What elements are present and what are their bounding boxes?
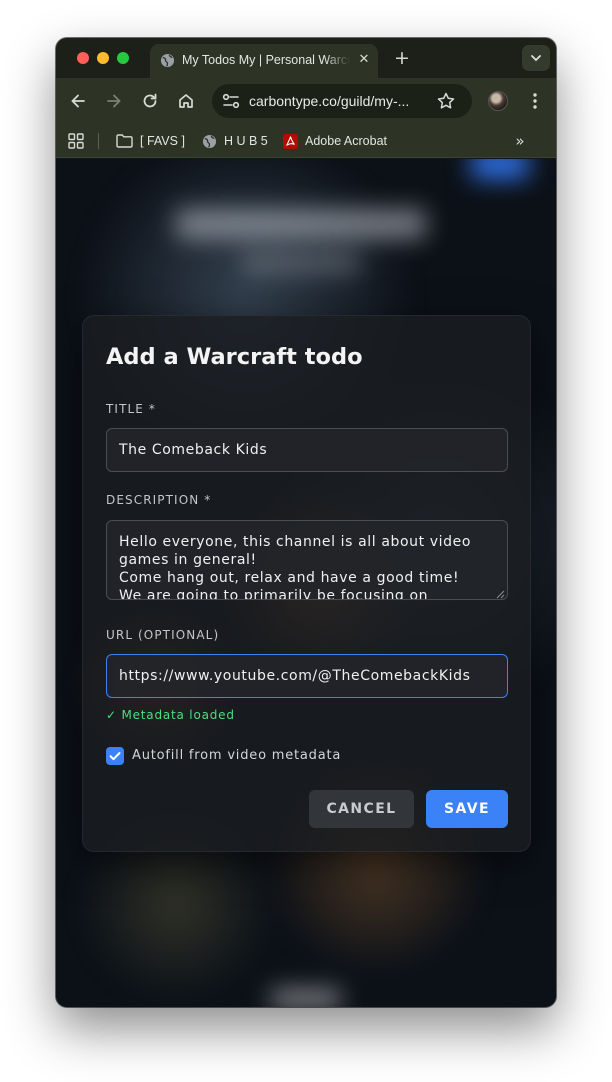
bookmark-label: Adobe Acrobat: [305, 134, 388, 148]
bookmark-label: H U B 5: [224, 134, 268, 148]
tab-strip: My Todos My | Personal Warcraft ✕ +: [56, 38, 556, 78]
bookmark-hub5[interactable]: H U B 5: [202, 132, 268, 150]
minimize-window-button[interactable]: [97, 52, 109, 64]
home-icon[interactable]: [176, 91, 196, 111]
acrobat-icon: [283, 133, 298, 149]
folder-icon: [116, 134, 133, 148]
url-input[interactable]: https://www.youtube.com/@TheComebackKids: [106, 654, 508, 698]
address-bar[interactable]: carbontype.co/guild/my-...: [212, 84, 472, 118]
page-viewport: Add a Warcraft todo TITLE * The Comeback…: [56, 159, 556, 1007]
chevron-down-icon: [531, 55, 541, 62]
apps-grid-icon[interactable]: [68, 133, 84, 149]
tab-active[interactable]: My Todos My | Personal Warcraft ✕: [150, 44, 378, 78]
zoom-window-button[interactable]: [117, 52, 129, 64]
add-todo-modal: Add a Warcraft todo TITLE * The Comeback…: [82, 315, 531, 852]
address-url: carbontype.co/guild/my-...: [249, 93, 410, 109]
new-tab-button[interactable]: +: [392, 48, 412, 68]
site-settings-icon[interactable]: [220, 91, 242, 111]
profile-avatar[interactable]: [488, 91, 508, 111]
bookmark-adobe-acrobat[interactable]: Adobe Acrobat: [283, 132, 387, 150]
background-subheading: [241, 254, 361, 272]
bookmarks-divider: [98, 133, 99, 149]
tab-title: My Todos My | Personal Warcraft: [182, 53, 350, 67]
background-heading: [176, 209, 426, 239]
title-field-label: TITLE *: [106, 402, 156, 416]
bookmark-favs[interactable]: [ FAVS ]: [116, 132, 185, 150]
title-input[interactable]: The Comeback Kids: [106, 428, 508, 472]
checkmark-icon: [109, 752, 121, 761]
description-textarea[interactable]: Hello everyone, this channel is all abou…: [106, 520, 508, 600]
autofill-label[interactable]: Autofill from video metadata: [132, 747, 341, 765]
bookmarks-bar: [ FAVS ] H U B 5 Adobe Acrobat »: [56, 124, 556, 158]
url-field-label: URL (OPTIONAL): [106, 628, 220, 642]
bookmark-star-icon[interactable]: [436, 91, 456, 111]
resize-handle-icon[interactable]: [496, 590, 505, 599]
autofill-checkbox[interactable]: [106, 747, 124, 765]
save-button[interactable]: SAVE: [426, 790, 508, 828]
tab-search-button[interactable]: [522, 45, 550, 71]
globe-icon: [202, 134, 217, 148]
modal-title: Add a Warcraft todo: [106, 344, 363, 370]
close-window-button[interactable]: [77, 52, 89, 64]
browser-toolbar: carbontype.co/guild/my-...: [56, 78, 556, 124]
more-bookmarks-icon[interactable]: »: [511, 132, 529, 150]
metadata-status: ✓ Metadata loaded: [106, 708, 235, 722]
browser-window: My Todos My | Personal Warcraft ✕ + carb…: [56, 38, 556, 1007]
bookmark-label: [ FAVS ]: [140, 134, 185, 148]
background-button: [471, 159, 529, 179]
description-field-label: DESCRIPTION *: [106, 493, 212, 507]
more-menu-icon[interactable]: [525, 91, 545, 111]
forward-icon[interactable]: [104, 91, 124, 111]
background-pill: [271, 989, 341, 1007]
cancel-button[interactable]: CANCEL: [309, 790, 414, 828]
back-icon[interactable]: [68, 91, 88, 111]
close-tab-icon[interactable]: ✕: [357, 53, 371, 67]
reload-icon[interactable]: [140, 91, 160, 111]
globe-icon: [160, 53, 175, 68]
